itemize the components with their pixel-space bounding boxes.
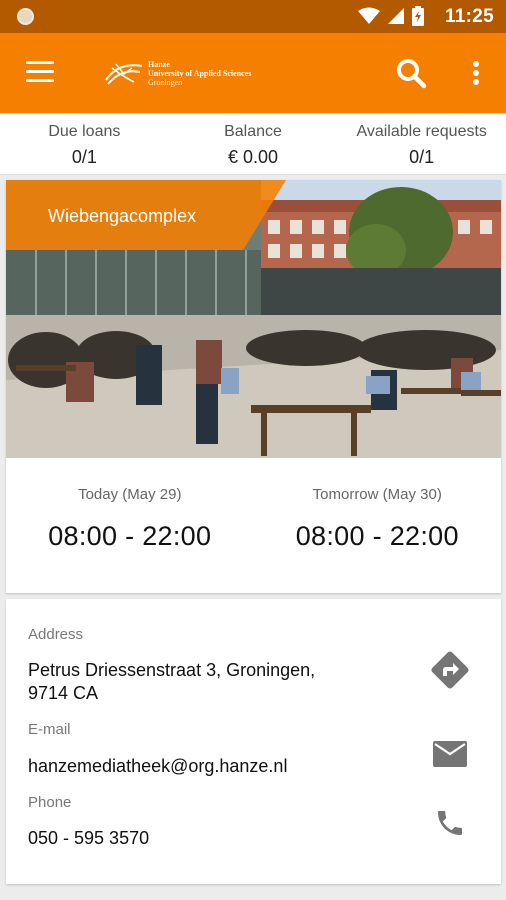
- wifi-icon: [358, 7, 380, 24]
- address-value: Petrus Driessenstraat 3, Groningen, 9714…: [28, 659, 315, 705]
- stat-label: Balance: [224, 123, 282, 140]
- logo-text: Hanze University of Applied Sciences Gro…: [148, 59, 252, 87]
- signal-icon: [388, 8, 404, 24]
- address-line-1: Petrus Driessenstraat 3, Groningen,: [28, 660, 316, 680]
- more-options-button[interactable]: [466, 59, 486, 89]
- today-label: Today (May 29): [78, 486, 182, 503]
- tomorrow-time: 08:00 - 22:00: [295, 521, 459, 551]
- location-name: Wiebengacomplex: [48, 206, 197, 226]
- phone-label: Phone: [28, 794, 72, 811]
- status-time: 11:25: [444, 6, 494, 27]
- battery-icon: [412, 6, 424, 26]
- tomorrow-hours: Tomorrow (May 30) 08:00 - 22:00: [254, 458, 502, 593]
- phone-icon[interactable]: [434, 807, 466, 839]
- contact-card: Address Petrus Driessenstraat 3, Groning…: [6, 599, 501, 884]
- today-hours: Today (May 29) 08:00 - 22:00: [6, 458, 254, 593]
- available-requests-stat[interactable]: Available requests 0/1: [337, 113, 506, 174]
- email-value: hanzemediatheek@org.hanze.nl: [28, 756, 288, 776]
- stat-value: 0/1: [71, 147, 97, 167]
- status-bar: 11:25: [0, 0, 506, 33]
- today-time: 08:00 - 22:00: [48, 521, 212, 551]
- phone-value: 050 - 595 3570: [28, 828, 150, 848]
- balance-stat[interactable]: Balance € 0.00: [169, 113, 338, 174]
- directions-icon[interactable]: [430, 650, 470, 690]
- due-loans-stat[interactable]: Due loans 0/1: [0, 113, 169, 174]
- app-bar: Hanze University of Applied Sciences Gro…: [0, 33, 506, 113]
- notification-icon: [17, 8, 34, 25]
- location-card: Wiebengacomplex Today (May 29) 08:00 - 2…: [6, 180, 501, 593]
- logo-emblem-icon: [105, 63, 143, 85]
- stat-value: € 0.00: [227, 147, 279, 167]
- stat-value: 0/1: [409, 147, 435, 167]
- opening-hours: Today (May 29) 08:00 - 22:00 Tomorrow (M…: [6, 458, 501, 593]
- account-summary: Due loans 0/1 Balance € 0.00 Available r…: [0, 113, 506, 175]
- address-line-2: 9714 CA: [28, 683, 99, 703]
- menu-button[interactable]: [26, 61, 54, 83]
- email-icon[interactable]: [432, 740, 468, 768]
- search-button[interactable]: [395, 57, 427, 89]
- stat-label: Available requests: [356, 123, 487, 140]
- stat-label: Due loans: [48, 123, 121, 140]
- hanze-logo: Hanze University of Applied Sciences Gro…: [104, 55, 268, 91]
- email-label: E-mail: [28, 721, 71, 738]
- tomorrow-label: Tomorrow (May 30): [312, 486, 442, 503]
- address-label: Address: [28, 626, 84, 643]
